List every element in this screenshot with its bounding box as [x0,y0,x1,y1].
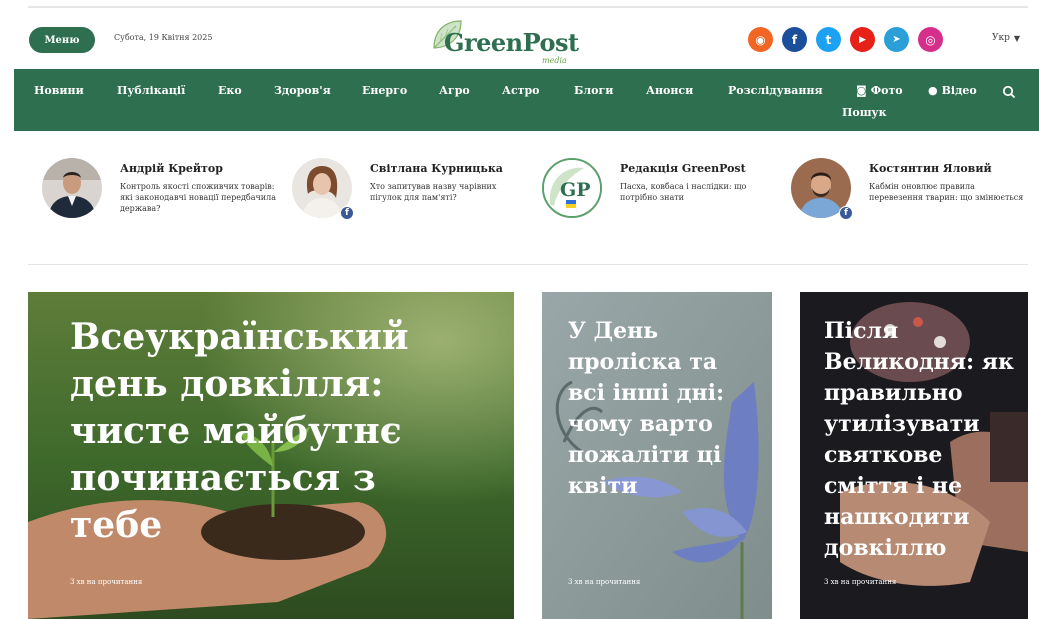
facebook-icon[interactable]: f [782,27,807,52]
author-card[interactable]: f Костянтин Яловий Кабмін оновлює правил… [791,150,1023,250]
author-name: Андрій Крейтор [120,162,223,175]
ghost-circle [430,202,470,242]
author-card[interactable]: f Світлана Курницька Хто запитував назву… [292,150,522,250]
article-title[interactable]: Всеукраїнський день довкілля: чисте майб… [70,314,470,549]
nav-item-agro[interactable]: Агро [439,84,470,97]
nav-item-video[interactable]: ● Відео [928,84,977,97]
read-time: 3 хв на прочитання [824,578,897,586]
featured-article-card[interactable]: Всеукраїнський день довкілля: чисте майб… [28,292,514,619]
telegram-icon[interactable]: ➤ [884,27,909,52]
nav-item-news[interactable]: Новини [34,84,84,97]
rss-icon[interactable]: ◉ [748,27,773,52]
logo-sub: media [542,56,567,65]
nav-item-photo-label: Фото [870,84,903,97]
ghost-circle [678,202,718,242]
article-card[interactable]: Після Великодня: як правильно утилізуват… [800,292,1028,619]
language-label: Укр [992,33,1010,43]
avatar [42,158,102,218]
nav-item-astro[interactable]: Астро [502,84,540,97]
author-name: Редакція GreenPost [620,162,746,175]
main-nav: Новини Публікації Еко Здоров'я Енерго Аг… [14,69,1039,131]
nav-item-search[interactable]: Пошук [842,106,887,119]
menu-button[interactable]: Меню [29,27,95,53]
read-time: 3 хв на прочитання [70,578,143,586]
nav-item-energy[interactable]: Енерго [362,84,407,97]
language-selector[interactable]: Укр ▼ [992,33,1020,43]
author-post-title[interactable]: Кабмін оновлює правила перевезення твари… [869,181,1025,203]
facebook-badge-icon: f [340,206,354,220]
current-date: Субота, 19 Квітня 2025 [114,33,213,42]
play-circle-icon: ● [928,84,938,97]
nav-item-announcements[interactable]: Анонси [646,84,693,97]
caret-down-icon: ▼ [1013,33,1021,43]
nav-item-video-label: Відео [941,84,977,97]
youtube-icon[interactable]: ▶ [850,27,875,52]
gp-logo-text: GP [560,179,591,201]
site-logo[interactable]: GreenPost media [430,16,590,68]
avatar: GP [542,158,602,218]
nav-item-health[interactable]: Здоров'я [274,84,331,97]
top-divider [28,6,1028,8]
nav-item-investigations[interactable]: Розслідування [728,84,823,97]
article-card[interactable]: У День проліска та всі інші дні: чому ва… [542,292,772,619]
author-name: Костянтин Яловий [869,162,992,175]
ghost-circle [626,202,666,242]
camera-icon: ◙ [856,84,867,97]
nav-item-photo[interactable]: ◙ Фото [856,84,903,97]
author-card[interactable]: GP Редакція GreenPost Пасха, ковбаса і н… [542,150,772,250]
ghost-circle [877,202,917,242]
logo-name: GreenPost [444,28,579,57]
facebook-badge-icon: f [839,206,853,220]
nav-item-blogs[interactable]: Блоги [574,84,613,97]
nav-item-eco[interactable]: Еко [218,84,242,97]
author-post-title[interactable]: Хто запитував назву чарівних пігулок для… [370,181,526,203]
author-post-title[interactable]: Контроль якості споживчих товарів: які з… [120,181,276,214]
twitter-icon[interactable]: t [816,27,841,52]
instagram-icon[interactable]: ◎ [918,27,943,52]
nav-item-publications[interactable]: Публікації [117,84,185,97]
search-icon[interactable] [1002,85,1016,99]
authors-strip: Андрій Крейтор Контроль якості споживчих… [0,150,1039,250]
ghost-circle [378,202,418,242]
author-post-title[interactable]: Пасха, ковбаса і наслідки: що потрібно з… [620,181,776,203]
article-title[interactable]: Після Великодня: як правильно утилізуват… [824,316,1020,564]
section-divider [28,264,1028,265]
read-time: 3 хв на прочитання [568,578,641,586]
author-name: Світлана Курницька [370,162,503,175]
top-bar: Меню Субота, 19 Квітня 2025 GreenPost me… [0,10,1039,68]
author-card[interactable]: Андрій Крейтор Контроль якості споживчих… [42,150,276,250]
ghost-circle [929,202,969,242]
article-title[interactable]: У День проліска та всі інші дні: чому ва… [568,316,758,502]
social-links: ◉ f t ▶ ➤ ◎ [748,27,943,52]
